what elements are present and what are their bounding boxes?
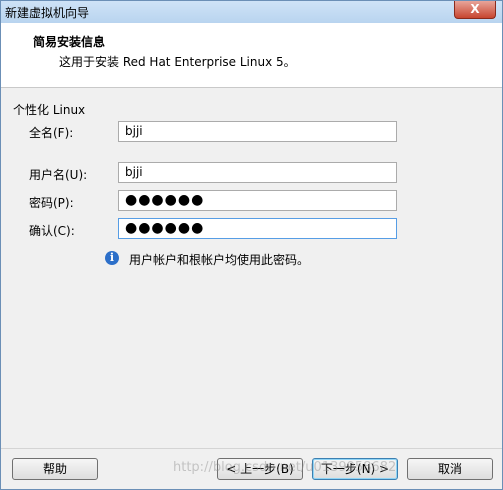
page-title: 简易安装信息 <box>33 35 106 49</box>
close-button[interactable]: X <box>454 1 496 19</box>
help-button[interactable]: 帮助 <box>12 458 98 480</box>
wizard-header: 简易安装信息 这用于安装 Red Hat Enterprise Linux 5。 <box>1 23 502 88</box>
back-button[interactable]: < 上一步(B) <box>217 458 303 480</box>
confirm-password-input[interactable]: ●●●●●● <box>118 218 397 239</box>
cancel-button[interactable]: 取消 <box>407 458 493 480</box>
window-title: 新建虚拟机向导 <box>5 6 90 20</box>
username-input[interactable]: bjji <box>118 162 397 183</box>
title-bar: 新建虚拟机向导 X <box>1 1 502 23</box>
next-button[interactable]: 下一步(N) > <box>312 458 398 480</box>
password-info-text: 用户帐户和根帐户均使用此密码。 <box>129 253 310 267</box>
info-icon: i <box>105 251 119 265</box>
wizard-content: 个性化 Linux 全名(F): bjji 用户名(U): bjji 密码(P)… <box>1 88 502 448</box>
page-subtitle: 这用于安装 Red Hat Enterprise Linux 5。 <box>59 55 296 69</box>
footer-divider <box>1 448 502 449</box>
close-icon: X <box>470 2 480 16</box>
confirm-label: 确认(C): <box>29 224 75 238</box>
fullname-input[interactable]: bjji <box>118 121 397 142</box>
username-label: 用户名(U): <box>29 168 88 182</box>
personalize-group-label: 个性化 Linux <box>13 103 86 117</box>
fullname-label: 全名(F): <box>29 126 74 140</box>
password-label: 密码(P): <box>29 196 74 210</box>
wizard-window: 新建虚拟机向导 X 简易安装信息 这用于安装 Red Hat Enterpris… <box>0 0 503 490</box>
password-input[interactable]: ●●●●●● <box>118 190 397 211</box>
